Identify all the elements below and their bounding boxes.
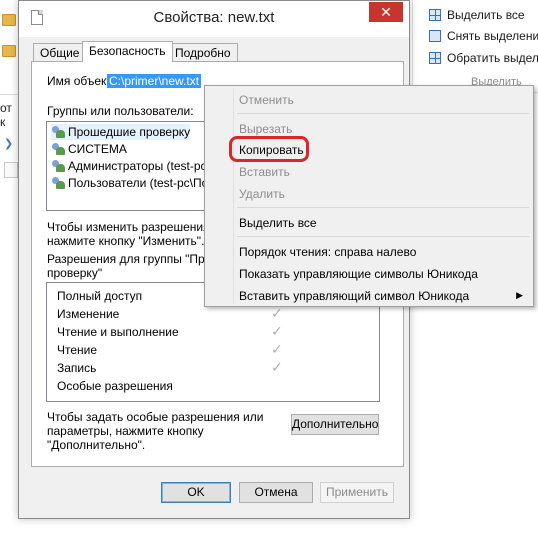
deselect-icon [429, 30, 441, 42]
menu-item-rtl-reading-order[interactable]: Порядок чтения: справа налево [239, 245, 416, 259]
user-group-icon [51, 126, 65, 138]
special-perms-hint: параметры, нажмите кнопку [47, 424, 204, 438]
tab-security[interactable]: Безопасность [82, 41, 173, 62]
ok-button[interactable]: OK [161, 482, 231, 503]
ribbon-item-label: Выделить все [447, 8, 525, 22]
check-icon: ✓ [271, 359, 283, 375]
user-name: Администраторы (test-pc\А [68, 159, 216, 173]
menu-item-paste[interactable]: Вставить [239, 165, 290, 179]
menu-separator [237, 113, 529, 114]
invert-selection-ribbon-button[interactable]: Обратить выделе [429, 49, 538, 67]
user-group-icon [51, 143, 65, 155]
user-name: СИСТЕМА [68, 142, 127, 156]
groups-label: Группы или пользователи: [47, 104, 194, 118]
menu-item-delete[interactable]: Удалить [239, 187, 285, 201]
context-menu: Отменить Вырезать Копировать Вставить Уд… [204, 85, 534, 307]
check-icon: ✓ [271, 341, 283, 357]
object-name-field[interactable]: C:\primer\new.txt [107, 74, 202, 88]
permission-row: Чтение [57, 343, 98, 357]
permission-row: Чтение и выполнение [57, 325, 179, 339]
dialog-title: Свойства: new.txt [153, 9, 275, 26]
tab-general[interactable]: Общие [33, 43, 87, 61]
menu-item-undo[interactable]: Отменить [239, 93, 294, 107]
invert-selection-icon [429, 52, 441, 64]
menu-gutter [233, 88, 234, 304]
user-group-icon [51, 160, 65, 172]
list-item[interactable]: СИСТЕМА [51, 141, 127, 157]
ribbon-select-group: Выделить все Снять выделение Обратить вы… [412, 0, 538, 93]
title-bar[interactable]: Свойства: new.txt ✕ [19, 1, 409, 37]
change-hint: Чтобы изменить разрешения, [47, 220, 213, 234]
menu-item-show-unicode-control[interactable]: Показать управляющие символы Юникода [239, 267, 478, 281]
explorer-address-fragment: от к [0, 101, 12, 129]
menu-separator [237, 236, 529, 237]
explorer-list-fragment [4, 162, 18, 178]
menu-item-cut[interactable]: Вырезать [239, 122, 292, 136]
divider [0, 94, 18, 95]
list-item[interactable]: Прошедшие проверку [51, 124, 191, 140]
menu-separator [237, 207, 529, 208]
permission-row: Изменение [57, 307, 120, 321]
permission-row: Запись [57, 361, 97, 375]
list-item[interactable]: Пользователи (test-pc\Пол [51, 175, 215, 191]
special-perms-hint: Чтобы задать особые разрешения или [47, 410, 264, 424]
deselect-ribbon-button[interactable]: Снять выделение [429, 27, 538, 45]
cancel-button[interactable]: Отмена [239, 482, 313, 503]
special-perms-hint: "Дополнительно". [47, 438, 146, 452]
chevron-icon[interactable]: ❯ [4, 137, 13, 150]
apply-button[interactable]: Применить [320, 482, 394, 503]
ribbon-item-label: Обратить выделе [447, 51, 538, 65]
close-button[interactable]: ✕ [369, 2, 403, 22]
submenu-arrow-icon: ▶ [516, 290, 523, 300]
advanced-button[interactable]: Дополнительно [291, 414, 379, 435]
menu-item-copy[interactable]: Копировать [239, 143, 304, 157]
permissions-for-label: Разрешения для группы "Прош [47, 252, 222, 266]
users-listbox[interactable]: Прошедшие проверку СИСТЕМА Администратор… [46, 121, 216, 211]
permission-row: Полный доступ [57, 289, 143, 303]
ribbon-item-label: Снять выделение [447, 29, 538, 43]
change-hint: нажмите кнопку "Изменить". [47, 234, 205, 248]
folder-icon [2, 14, 16, 26]
check-icon: ✓ [271, 323, 283, 339]
menu-item-insert-unicode-control[interactable]: Вставить управляющий символ Юникода [239, 289, 469, 303]
permission-row: Особые разрешения [57, 379, 173, 393]
explorer-left-strip: от к ❯ [0, 0, 18, 533]
list-item[interactable]: Администраторы (test-pc\А [51, 158, 216, 174]
check-icon: ✓ [271, 305, 283, 321]
user-group-icon [51, 177, 65, 189]
menu-item-select-all[interactable]: Выделить все [239, 216, 317, 230]
tab-details[interactable]: Подробно [168, 43, 238, 61]
user-name: Прошедшие проверку [68, 125, 191, 139]
select-all-icon [429, 9, 441, 21]
permissions-for-label: проверку" [47, 266, 103, 280]
user-name: Пользователи (test-pc\Пол [68, 176, 216, 190]
folder-icon [2, 45, 16, 57]
select-all-ribbon-button[interactable]: Выделить все [429, 6, 525, 24]
